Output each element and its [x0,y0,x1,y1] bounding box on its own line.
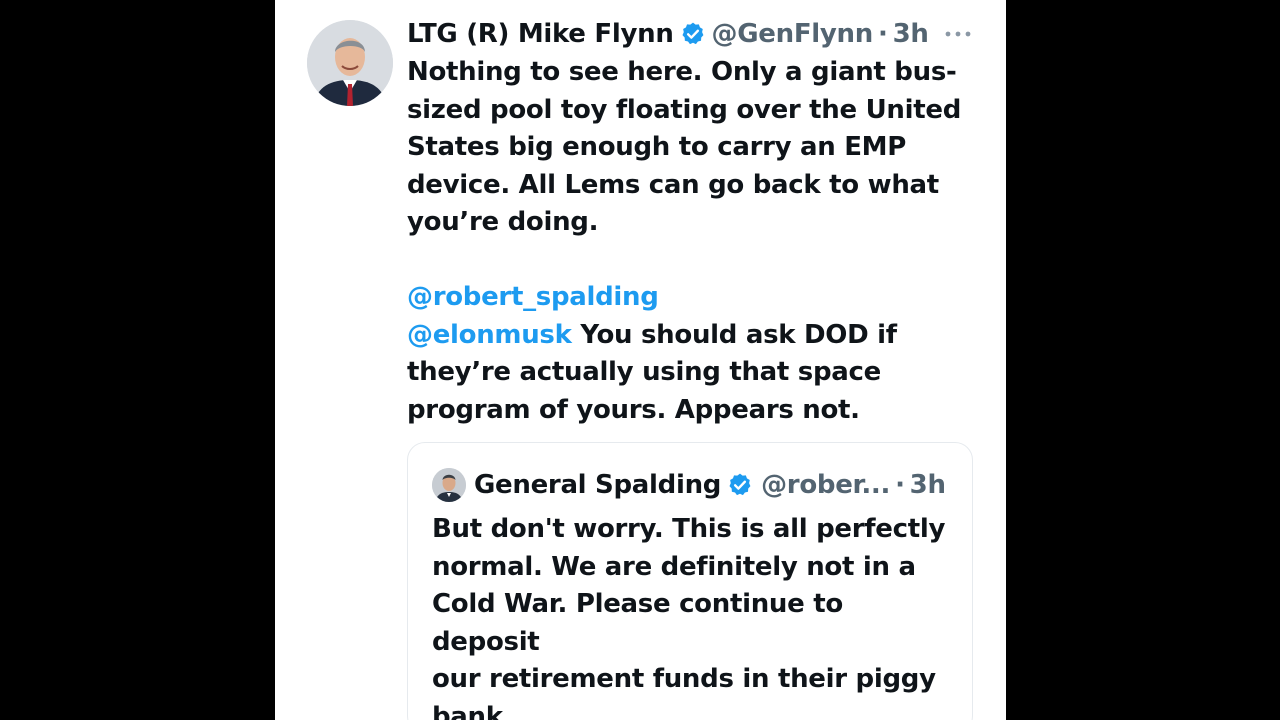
quoted-tweet-header: General Spalding @rober... · 3h [432,465,946,505]
quoted-author-name[interactable]: General Spalding [474,470,721,500]
avatar-image [307,20,393,106]
tweet-text-line: sized pool toy floating over the United [407,94,962,125]
tweet-body: Nothing to see here. Only a giant bus- s… [407,54,967,429]
mention-robert-spalding[interactable]: @robert_spalding [407,282,659,312]
ellipsis-icon[interactable] [944,22,972,46]
tweet-text-line: States big enough to carry an EMP [407,132,907,162]
quoted-tweet-timestamp[interactable]: 3h [910,470,946,500]
author-avatar[interactable] [307,20,393,106]
tweet-header: LTG (R) Mike Flynn @GenFlynn · 3h [407,14,929,54]
author-handle[interactable]: @GenFlynn [712,19,874,49]
tweet-text-fragment: You should ask DOD if [571,319,897,350]
verified-badge-icon [729,473,751,496]
quoted-text-line: bank…. [432,701,539,720]
separator-dot: · [895,470,905,500]
author-name[interactable]: LTG (R) Mike Flynn [407,19,674,49]
quoted-tweet-card[interactable]: General Spalding @rober... · 3h But don'… [407,442,973,720]
video-frame: LTG (R) Mike Flynn @GenFlynn · 3h Nothin… [0,0,1280,720]
quoted-text-line: Cold War. Please continue to deposit [432,589,843,657]
verified-badge-icon [682,22,703,45]
quoted-text-line: our retirement funds in their piggy [432,664,936,694]
quoted-author-avatar[interactable] [432,468,466,502]
quoted-avatar-image [432,468,466,502]
tweet-text-line: they’re actually using that space [407,357,881,387]
tweet-timestamp[interactable]: 3h [893,19,929,49]
mention-elonmusk[interactable]: @elonmusk [407,320,572,350]
quoted-text-line: normal. We are definitely not in a [432,551,916,582]
tweet-text-line: device. All Lems can go back to what [407,169,939,200]
quoted-text-line: But don't worry. This is all perfectly [432,514,946,544]
tweet-text-line: you’re doing. [407,207,599,237]
separator-dot: · [877,19,888,49]
quoted-tweet-body: But don't worry. This is all perfectly n… [432,511,952,720]
tweet-text-line: Nothing to see here. Only a giant bus- [407,57,957,87]
quoted-author-handle[interactable]: @rober... [761,470,890,500]
tweet-text-line: program of yours. Appears not. [407,394,860,425]
